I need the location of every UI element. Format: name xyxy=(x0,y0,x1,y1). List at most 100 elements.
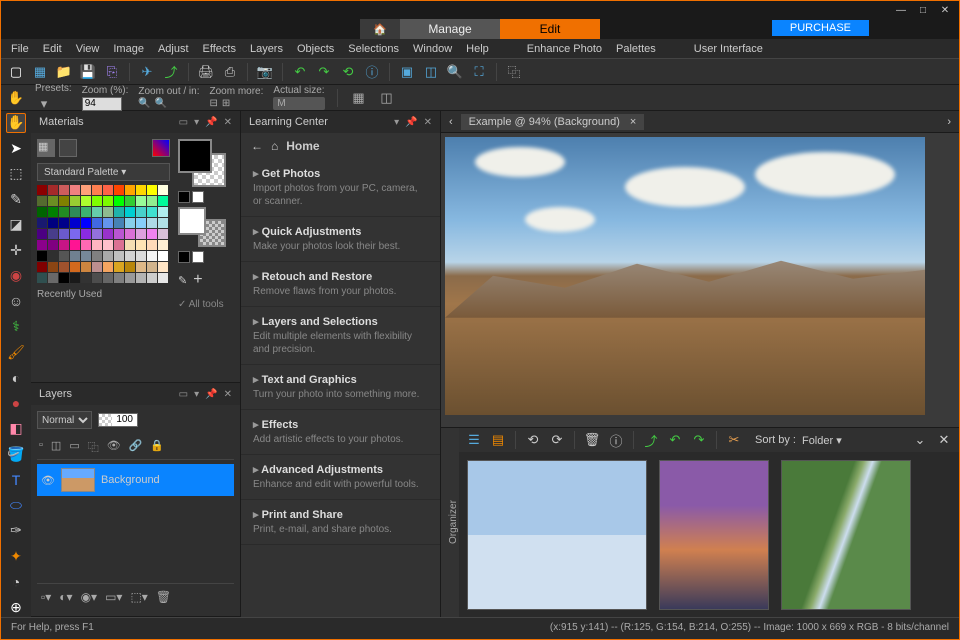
copy-icon[interactable]: ⿻ xyxy=(505,63,523,81)
zoom-in-icon[interactable]: 🔍 xyxy=(155,98,167,109)
shape-tool[interactable]: ⬭ xyxy=(6,496,26,516)
opt-extra-1-icon[interactable]: ▦ xyxy=(350,89,368,107)
visibility-icon[interactable]: 👁 xyxy=(41,474,55,487)
color-swatch[interactable] xyxy=(125,273,135,283)
zoom-input[interactable] xyxy=(82,97,122,111)
text-tool[interactable]: T xyxy=(6,470,26,490)
panel-undock-icon[interactable]: ▭ xyxy=(179,117,188,128)
color-swatch[interactable] xyxy=(48,185,58,195)
color-swatch[interactable] xyxy=(147,262,157,272)
color-swatch[interactable] xyxy=(103,251,113,261)
mask-layer-icon[interactable]: ◉▾ xyxy=(81,590,98,604)
color-swatch[interactable] xyxy=(48,196,58,206)
share-icon[interactable]: ⤴ xyxy=(162,63,180,81)
layer-item-background[interactable]: 👁 Background xyxy=(37,464,234,496)
color-swatch[interactable] xyxy=(70,251,80,261)
color-swatch[interactable] xyxy=(92,240,102,250)
color-swatch[interactable] xyxy=(81,262,91,272)
org-tools-icon[interactable]: ✂ xyxy=(725,431,743,449)
color-swatch[interactable] xyxy=(125,251,135,261)
thumb-glacier[interactable] xyxy=(467,460,647,610)
dropper-tool[interactable]: ✎ xyxy=(6,190,26,210)
maximize-button[interactable]: □ xyxy=(913,3,933,17)
color-swatch[interactable] xyxy=(37,196,47,206)
all-tools-check[interactable]: ✓ All tools xyxy=(178,299,234,310)
lc-close-icon[interactable]: ✕ xyxy=(424,117,432,128)
panel-close-icon[interactable]: ✕ xyxy=(224,117,232,128)
color-swatch[interactable] xyxy=(48,240,58,250)
menu-selections[interactable]: Selections xyxy=(348,43,399,55)
fill-tool[interactable]: 🪣 xyxy=(6,445,26,465)
color-swatch[interactable] xyxy=(147,196,157,206)
zoom-out-icon[interactable]: 🔍 xyxy=(138,98,150,109)
color-swatch[interactable] xyxy=(114,273,124,283)
color-swatch[interactable] xyxy=(147,240,157,250)
opt-extra-2-icon[interactable]: ◫ xyxy=(378,89,396,107)
color-swatch[interactable] xyxy=(70,273,80,283)
layers-menu-icon[interactable]: ▾ xyxy=(194,389,199,400)
color-swatch[interactable] xyxy=(59,218,69,228)
lc-back-icon[interactable]: ← xyxy=(251,139,263,153)
fg-swatch[interactable] xyxy=(178,139,212,173)
color-swatch[interactable] xyxy=(125,218,135,228)
color-swatch[interactable] xyxy=(136,273,146,283)
org-redo-icon[interactable]: ↷ xyxy=(690,431,708,449)
color-swatch[interactable] xyxy=(136,185,146,195)
color-swatch[interactable] xyxy=(136,240,146,250)
lc-item[interactable]: Quick AdjustmentsMake your photos look t… xyxy=(241,217,440,262)
color-swatch[interactable] xyxy=(92,251,102,261)
color-swatch[interactable] xyxy=(103,262,113,272)
color-swatch[interactable] xyxy=(48,218,58,228)
color-swatch[interactable] xyxy=(48,251,58,261)
menu-layers[interactable]: Layers xyxy=(250,43,283,55)
color-swatch[interactable] xyxy=(158,262,168,272)
add-tool[interactable]: ⊕ xyxy=(6,598,26,618)
color-swatch[interactable] xyxy=(114,251,124,261)
palette-mode-3[interactable] xyxy=(152,139,170,157)
color-swatch[interactable] xyxy=(37,251,47,261)
mini-white-2[interactable] xyxy=(192,251,204,263)
adj-layer-icon[interactable]: ◐▾ xyxy=(59,590,72,604)
lc-pin-icon[interactable]: 📌 xyxy=(405,117,417,128)
info-icon[interactable]: ⓘ xyxy=(363,63,381,81)
doc-tab-close-icon[interactable]: × xyxy=(630,116,636,128)
scan-icon[interactable]: ⎙ xyxy=(221,63,239,81)
color-swatch[interactable] xyxy=(81,273,91,283)
color-swatch[interactable] xyxy=(136,218,146,228)
color-swatch[interactable] xyxy=(81,218,91,228)
color-swatch[interactable] xyxy=(158,251,168,261)
color-swatch[interactable] xyxy=(37,240,47,250)
color-swatch[interactable] xyxy=(81,240,91,250)
color-swatch[interactable] xyxy=(103,240,113,250)
color-swatch[interactable] xyxy=(59,229,69,239)
lc-item[interactable]: Retouch and RestoreRemove flaws from you… xyxy=(241,262,440,307)
thumb-city[interactable] xyxy=(659,460,769,610)
org-info-icon[interactable]: ⓘ xyxy=(607,431,625,449)
tab-edit[interactable]: Edit xyxy=(500,19,600,39)
color-swatch[interactable] xyxy=(92,273,102,283)
color-swatch[interactable] xyxy=(92,229,102,239)
color-swatch[interactable] xyxy=(114,229,124,239)
save-icon[interactable]: 💾 xyxy=(79,63,97,81)
color-swatch[interactable] xyxy=(158,229,168,239)
color-swatch[interactable] xyxy=(125,229,135,239)
straighten-tool[interactable]: ✛ xyxy=(6,241,26,261)
color-swatch[interactable] xyxy=(125,207,135,217)
color-swatch[interactable] xyxy=(81,229,91,239)
panel-pin-icon[interactable]: 📌 xyxy=(205,117,217,128)
color-swatch[interactable] xyxy=(114,240,124,250)
lc-item[interactable]: Advanced AdjustmentsEnhance and edit wit… xyxy=(241,455,440,500)
clone-tool[interactable]: ⚕ xyxy=(6,317,26,337)
org-rotate-r-icon[interactable]: ⟳ xyxy=(548,431,566,449)
color-swatch[interactable] xyxy=(92,185,102,195)
color-swatch[interactable] xyxy=(70,196,80,206)
tab-manage[interactable]: Manage xyxy=(400,19,500,39)
new-icon[interactable]: ▢ xyxy=(7,63,25,81)
color-swatch[interactable] xyxy=(114,207,124,217)
color-swatch[interactable] xyxy=(103,273,113,283)
add-swatch-icon[interactable]: + xyxy=(193,271,202,289)
opacity-slider[interactable]: 100 xyxy=(98,413,138,427)
palette-selector[interactable]: Standard Palette ▾ xyxy=(37,163,170,181)
color-tool[interactable]: ● xyxy=(6,394,26,414)
color-swatch[interactable] xyxy=(136,251,146,261)
